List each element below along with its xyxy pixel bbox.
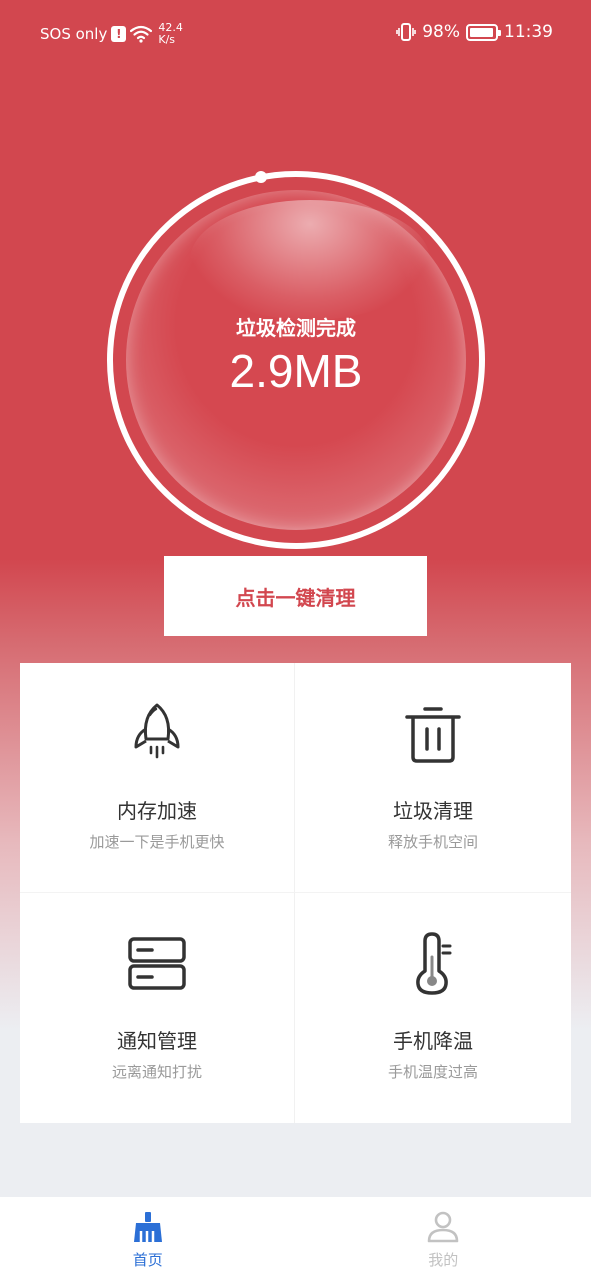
clock: 11:39 [504, 22, 553, 42]
rocket-icon [134, 703, 180, 759]
alert-icon: ! [111, 26, 127, 42]
notification-stack-icon [128, 937, 186, 990]
feature-title: 内存加速 [117, 799, 197, 823]
thermometer-icon [416, 932, 452, 995]
feature-notification-manage[interactable]: 通知管理 远离通知打扰 [20, 893, 295, 1123]
network-speed: 42.4 K/s [158, 22, 183, 46]
trash-icon [405, 707, 461, 763]
feature-subtitle: 远离通知打扰 [111, 1063, 202, 1081]
feature-subtitle: 释放手机空间 [387, 833, 478, 851]
nav-label-home: 首页 [132, 1251, 163, 1269]
feature-title: 手机降温 [393, 1029, 473, 1053]
feature-title: 通知管理 [117, 1029, 197, 1053]
nav-item-mine[interactable]: 我的 [296, 1197, 591, 1280]
feature-subtitle: 手机温度过高 [387, 1063, 478, 1081]
battery-icon [466, 23, 501, 41]
feature-phone-cooling[interactable]: 手机降温 手机温度过高 [295, 893, 571, 1123]
junk-scan-gauge: 垃圾检测完成 2.9MB [104, 168, 488, 552]
feature-memory-boost[interactable]: 内存加速 加速一下是手机更快 [20, 663, 295, 893]
vibrate-icon [396, 23, 417, 41]
feature-grid: 内存加速 加速一下是手机更快 垃圾清理 释放手机空间 通知管理 远离通知打扰 手… [20, 663, 571, 1123]
nav-item-home[interactable]: 首页 [0, 1197, 296, 1280]
user-icon [427, 1211, 459, 1243]
status-right: 98% 11:39 [396, 22, 553, 42]
status-bar: SOS only ! 42.4 K/s 98% 11:39 [0, 0, 591, 66]
junk-size-value: 2.9MB [229, 345, 363, 397]
feature-title: 垃圾清理 [393, 799, 473, 823]
carrier-text: SOS only [40, 25, 108, 43]
battery-percent: 98% [422, 22, 460, 42]
scan-status-text: 垃圾检测完成 [236, 316, 356, 340]
broom-icon [133, 1212, 162, 1242]
net-speed-unit: K/s [158, 33, 176, 46]
status-left: SOS only ! 42.4 K/s [40, 22, 183, 46]
one-click-clean-button[interactable]: 点击一键清理 [164, 556, 427, 636]
nav-label-mine: 我的 [428, 1251, 459, 1269]
feature-junk-clean[interactable]: 垃圾清理 释放手机空间 [295, 663, 571, 893]
bottom-nav: 首页 我的 [0, 1197, 591, 1280]
wifi-icon [130, 25, 153, 43]
feature-subtitle: 加速一下是手机更快 [89, 833, 225, 851]
